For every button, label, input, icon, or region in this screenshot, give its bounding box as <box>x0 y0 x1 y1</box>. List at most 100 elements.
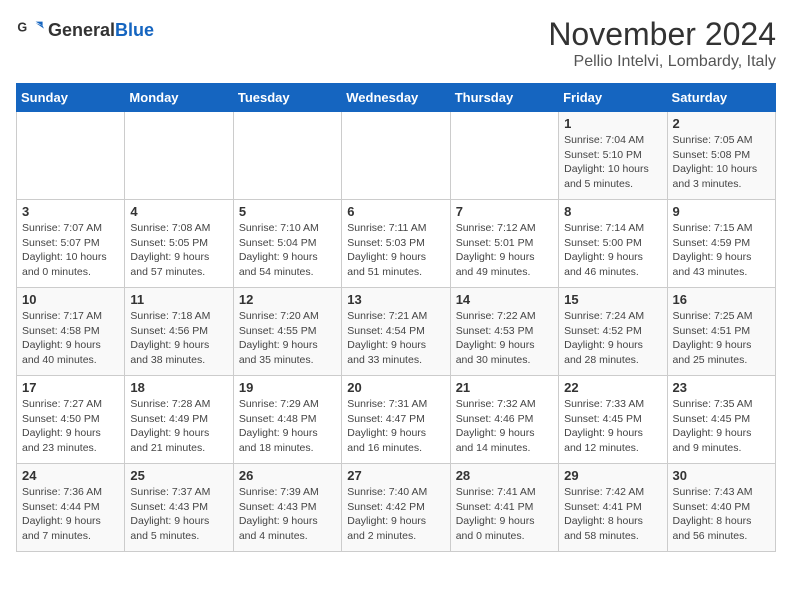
day-number: 14 <box>456 292 553 307</box>
calendar-cell: 13 Sunrise: 7:21 AM Sunset: 4:54 PM Dayli… <box>342 288 450 376</box>
day-info: Sunrise: 7:04 AM Sunset: 5:10 PM Dayligh… <box>564 133 661 192</box>
logo-blue-text: Blue <box>115 20 154 40</box>
weekday-header-friday: Friday <box>559 84 667 112</box>
calendar-table: SundayMondayTuesdayWednesdayThursdayFrid… <box>16 83 776 552</box>
calendar-cell: 24 Sunrise: 7:36 AM Sunset: 4:44 PM Dayli… <box>17 464 125 552</box>
day-number: 8 <box>564 204 661 219</box>
calendar-cell: 16 Sunrise: 7:25 AM Sunset: 4:51 PM Dayli… <box>667 288 775 376</box>
calendar-cell: 5 Sunrise: 7:10 AM Sunset: 5:04 PM Daylig… <box>233 200 341 288</box>
day-number: 9 <box>673 204 770 219</box>
calendar-cell: 3Sunrise: 7:07 AM Sunset: 5:07 PM Daylig… <box>17 200 125 288</box>
calendar-cell: 29 Sunrise: 7:42 AM Sunset: 4:41 PM Dayli… <box>559 464 667 552</box>
day-number: 24 <box>22 468 119 483</box>
day-info: Sunrise: 7:17 AM Sunset: 4:58 PM Dayligh… <box>22 309 119 368</box>
day-info: Sunrise: 7:10 AM Sunset: 5:04 PM Dayligh… <box>239 221 336 280</box>
day-number: 28 <box>456 468 553 483</box>
day-number: 20 <box>347 380 444 395</box>
calendar-week-row: 1 Sunrise: 7:04 AM Sunset: 5:10 PM Daylig… <box>17 112 776 200</box>
calendar-cell: 26 Sunrise: 7:39 AM Sunset: 4:43 PM Dayli… <box>233 464 341 552</box>
calendar-week-row: 17 Sunrise: 7:27 AM Sunset: 4:50 PM Dayli… <box>17 376 776 464</box>
day-number: 16 <box>673 292 770 307</box>
day-info: Sunrise: 7:28 AM Sunset: 4:49 PM Dayligh… <box>130 397 227 456</box>
day-number: 19 <box>239 380 336 395</box>
logo-general-text: General <box>48 20 115 40</box>
calendar-cell <box>125 112 233 200</box>
day-info: Sunrise: 7:24 AM Sunset: 4:52 PM Dayligh… <box>564 309 661 368</box>
day-number: 17 <box>22 380 119 395</box>
weekday-header-sunday: Sunday <box>17 84 125 112</box>
day-info: Sunrise: 7:20 AM Sunset: 4:55 PM Dayligh… <box>239 309 336 368</box>
day-info: Sunrise: 7:41 AM Sunset: 4:41 PM Dayligh… <box>456 485 553 544</box>
day-number: 18 <box>130 380 227 395</box>
calendar-week-row: 24 Sunrise: 7:36 AM Sunset: 4:44 PM Dayli… <box>17 464 776 552</box>
day-info: Sunrise: 7:21 AM Sunset: 4:54 PM Dayligh… <box>347 309 444 368</box>
day-number: 1 <box>564 116 661 131</box>
day-number: 6 <box>347 204 444 219</box>
calendar-cell <box>342 112 450 200</box>
day-info: Sunrise: 7:35 AM Sunset: 4:45 PM Dayligh… <box>673 397 770 456</box>
day-number: 30 <box>673 468 770 483</box>
day-number: 25 <box>130 468 227 483</box>
header: G GeneralBlue November 2024 Pellio Intel… <box>16 16 776 71</box>
day-number: 21 <box>456 380 553 395</box>
day-info: Sunrise: 7:40 AM Sunset: 4:42 PM Dayligh… <box>347 485 444 544</box>
day-number: 13 <box>347 292 444 307</box>
day-info: Sunrise: 7:32 AM Sunset: 4:46 PM Dayligh… <box>456 397 553 456</box>
day-number: 4 <box>130 204 227 219</box>
calendar-cell: 9 Sunrise: 7:15 AM Sunset: 4:59 PM Daylig… <box>667 200 775 288</box>
location-title: Pellio Intelvi, Lombardy, Italy <box>548 53 776 71</box>
calendar-cell: 27 Sunrise: 7:40 AM Sunset: 4:42 PM Dayli… <box>342 464 450 552</box>
calendar-week-row: 3Sunrise: 7:07 AM Sunset: 5:07 PM Daylig… <box>17 200 776 288</box>
calendar-week-row: 10Sunrise: 7:17 AM Sunset: 4:58 PM Dayli… <box>17 288 776 376</box>
day-info: Sunrise: 7:29 AM Sunset: 4:48 PM Dayligh… <box>239 397 336 456</box>
day-info: Sunrise: 7:36 AM Sunset: 4:44 PM Dayligh… <box>22 485 119 544</box>
calendar-cell: 14Sunrise: 7:22 AM Sunset: 4:53 PM Dayli… <box>450 288 558 376</box>
day-number: 26 <box>239 468 336 483</box>
day-info: Sunrise: 7:15 AM Sunset: 4:59 PM Dayligh… <box>673 221 770 280</box>
calendar-cell: 30 Sunrise: 7:43 AM Sunset: 4:40 PM Dayli… <box>667 464 775 552</box>
day-number: 15 <box>564 292 661 307</box>
calendar-cell: 19 Sunrise: 7:29 AM Sunset: 4:48 PM Dayli… <box>233 376 341 464</box>
calendar-cell: 20Sunrise: 7:31 AM Sunset: 4:47 PM Dayli… <box>342 376 450 464</box>
day-info: Sunrise: 7:33 AM Sunset: 4:45 PM Dayligh… <box>564 397 661 456</box>
weekday-header-saturday: Saturday <box>667 84 775 112</box>
day-info: Sunrise: 7:14 AM Sunset: 5:00 PM Dayligh… <box>564 221 661 280</box>
calendar-cell: 1 Sunrise: 7:04 AM Sunset: 5:10 PM Daylig… <box>559 112 667 200</box>
day-number: 3 <box>22 204 119 219</box>
day-number: 2 <box>673 116 770 131</box>
day-number: 23 <box>673 380 770 395</box>
calendar-cell: 28 Sunrise: 7:41 AM Sunset: 4:41 PM Dayli… <box>450 464 558 552</box>
calendar-cell: 2 Sunrise: 7:05 AM Sunset: 5:08 PM Daylig… <box>667 112 775 200</box>
day-info: Sunrise: 7:12 AM Sunset: 5:01 PM Dayligh… <box>456 221 553 280</box>
weekday-header-monday: Monday <box>125 84 233 112</box>
day-number: 29 <box>564 468 661 483</box>
day-info: Sunrise: 7:39 AM Sunset: 4:43 PM Dayligh… <box>239 485 336 544</box>
calendar-cell: 6 Sunrise: 7:11 AM Sunset: 5:03 PM Daylig… <box>342 200 450 288</box>
svg-text:G: G <box>17 20 27 34</box>
calendar-cell <box>450 112 558 200</box>
calendar-cell: 22Sunrise: 7:33 AM Sunset: 4:45 PM Dayli… <box>559 376 667 464</box>
day-info: Sunrise: 7:05 AM Sunset: 5:08 PM Dayligh… <box>673 133 770 192</box>
weekday-header-row: SundayMondayTuesdayWednesdayThursdayFrid… <box>17 84 776 112</box>
day-info: Sunrise: 7:43 AM Sunset: 4:40 PM Dayligh… <box>673 485 770 544</box>
weekday-header-wednesday: Wednesday <box>342 84 450 112</box>
calendar-cell: 11Sunrise: 7:18 AM Sunset: 4:56 PM Dayli… <box>125 288 233 376</box>
day-info: Sunrise: 7:27 AM Sunset: 4:50 PM Dayligh… <box>22 397 119 456</box>
calendar-cell: 25 Sunrise: 7:37 AM Sunset: 4:43 PM Dayli… <box>125 464 233 552</box>
day-info: Sunrise: 7:37 AM Sunset: 4:43 PM Dayligh… <box>130 485 227 544</box>
logo-icon: G <box>16 16 44 44</box>
day-number: 5 <box>239 204 336 219</box>
day-number: 12 <box>239 292 336 307</box>
day-info: Sunrise: 7:25 AM Sunset: 4:51 PM Dayligh… <box>673 309 770 368</box>
day-info: Sunrise: 7:42 AM Sunset: 4:41 PM Dayligh… <box>564 485 661 544</box>
calendar-cell: 17 Sunrise: 7:27 AM Sunset: 4:50 PM Dayli… <box>17 376 125 464</box>
month-title: November 2024 <box>548 16 776 53</box>
day-number: 27 <box>347 468 444 483</box>
calendar-cell: 18 Sunrise: 7:28 AM Sunset: 4:49 PM Dayli… <box>125 376 233 464</box>
calendar-cell <box>233 112 341 200</box>
calendar-cell: 23 Sunrise: 7:35 AM Sunset: 4:45 PM Dayli… <box>667 376 775 464</box>
logo: G GeneralBlue <box>16 16 154 44</box>
calendar-cell: 15 Sunrise: 7:24 AM Sunset: 4:52 PM Dayli… <box>559 288 667 376</box>
day-info: Sunrise: 7:11 AM Sunset: 5:03 PM Dayligh… <box>347 221 444 280</box>
calendar-cell: 4Sunrise: 7:08 AM Sunset: 5:05 PM Daylig… <box>125 200 233 288</box>
